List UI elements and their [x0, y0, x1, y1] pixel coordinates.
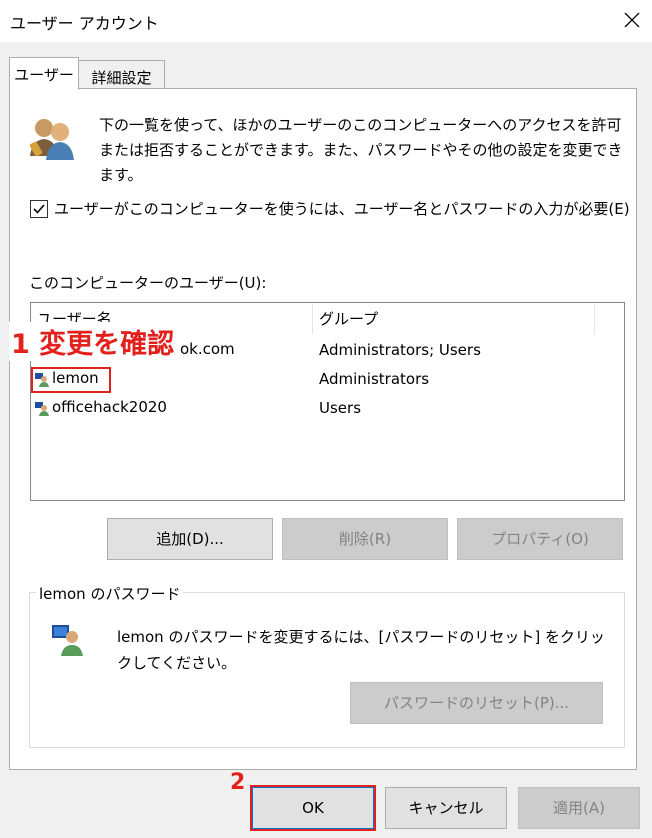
annotation-highlight-ok [250, 785, 376, 831]
require-password-label: ユーザーがこのコンピューターを使うには、ユーザー名とパスワードの入力が必要(E) [54, 200, 630, 218]
table-row[interactable]: officehack2020 [34, 398, 194, 422]
close-icon [624, 12, 640, 28]
title-bar: ユーザー アカウント [0, 0, 652, 42]
users-list-label: このコンピューターのユーザー(U): [29, 274, 267, 292]
require-password-checkbox[interactable] [30, 200, 48, 218]
cancel-button[interactable]: キャンセル [385, 787, 507, 829]
properties-button[interactable]: プロパティ(O) [457, 518, 623, 560]
remove-button[interactable]: 削除(R) [282, 518, 448, 560]
tab-advanced[interactable]: 詳細設定 [79, 60, 165, 90]
row-username: officehack2020 [52, 398, 167, 416]
column-header-group[interactable]: グループ [319, 308, 378, 329]
annotation-step2: 2 [230, 770, 246, 795]
reset-password-button[interactable]: パスワードのリセット(P)... [350, 682, 603, 724]
row-group: Administrators [319, 370, 430, 388]
description-text: 下の一覧を使って、ほかのユーザーのこのコンピューターへのアクセスを許可または拒否… [99, 116, 623, 184]
column-separator[interactable] [594, 304, 595, 334]
user-icon [35, 402, 49, 416]
row-username: ok.com [180, 340, 235, 358]
row-group: Users [319, 399, 362, 417]
close-button[interactable] [618, 6, 646, 34]
user-icon [50, 622, 84, 656]
row-group: Administrators; Users [319, 341, 481, 359]
window-title: ユーザー アカウント [10, 14, 159, 33]
annotation-highlight-lemon [31, 367, 111, 393]
apply-button[interactable]: 適用(A) [518, 787, 640, 829]
password-group-title: lemon のパスワード [36, 583, 184, 604]
tab-users[interactable]: ユーザー [9, 57, 79, 90]
users-icon [26, 112, 78, 164]
add-button[interactable]: 追加(D)... [107, 518, 273, 560]
check-icon [33, 204, 45, 214]
password-description: lemon のパスワードを変更するには、[パスワードのリセット] をクリックして… [117, 628, 605, 672]
annotation-step1: 1 変更を確認 [9, 322, 177, 361]
column-separator[interactable] [312, 304, 313, 334]
